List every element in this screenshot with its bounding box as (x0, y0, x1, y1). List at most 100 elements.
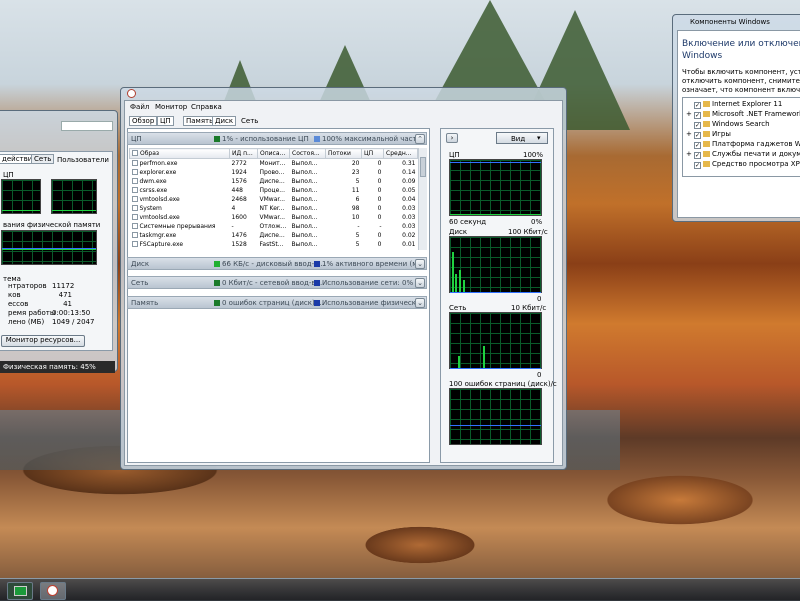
cpu-section-header[interactable]: ЦП 1% - использование ЦП 100% максимальн… (127, 132, 427, 145)
tab-users[interactable]: Пользователи (57, 156, 109, 164)
expand-icon[interactable]: + (686, 130, 694, 138)
memory-section-header[interactable]: Память 0 ошибок страниц (диск)/... Испол… (127, 296, 427, 309)
row-checkbox[interactable] (131, 169, 138, 175)
table-row[interactable]: vmtoolsd.exe 2468 VMwar... Выпол... 6 0 0.04 (130, 195, 418, 204)
table-cell: Выпол... (291, 205, 318, 212)
components-heading: Включение или отключение (682, 39, 800, 49)
memory-section-title: Память (131, 299, 159, 307)
row-checkbox[interactable] (131, 223, 138, 229)
table-row[interactable]: perfmon.exe 2772 Монит... Выпол... 20 0 0.31 (130, 159, 418, 169)
process-table[interactable]: Образ ИД п... Описа... Состоя... Потоки … (129, 148, 418, 249)
tab-overview[interactable]: Обзор (129, 116, 158, 126)
table-cell: 0 (377, 196, 382, 203)
stat-value: 0:00:13:50 (52, 309, 91, 317)
row-checkbox[interactable] (131, 178, 138, 184)
table-row[interactable]: explorer.exe 1924 Прово... Выпол... 23 0 0.14 (130, 168, 418, 177)
component-item[interactable]: ✓ Internet Explorer 11 (686, 100, 782, 110)
column-header-image[interactable]: Образ (129, 148, 230, 159)
table-row[interactable]: dwm.exe 1576 Диспе... Выпол... 5 0 0.09 (130, 177, 418, 186)
menu-help[interactable]: Справка (191, 103, 222, 111)
process-table-scrollbar[interactable] (418, 148, 427, 250)
table-cell: 23 (351, 169, 360, 176)
table-row[interactable]: System 4 NT Ker... Выпол... 98 0 0.03 (130, 204, 418, 213)
component-checkbox[interactable]: ✓ (694, 162, 701, 169)
column-header-pid[interactable]: ИД п... (229, 148, 258, 159)
component-item[interactable]: ✓ Средство просмотра XPS (686, 160, 800, 170)
cpu-section-collapse-button[interactable]: ⌃ (415, 134, 425, 144)
menu-monitor[interactable]: Монитор (155, 103, 187, 111)
component-checkbox[interactable]: ✓ (694, 122, 701, 129)
component-item[interactable]: +✓ Службы печати и документо (686, 150, 800, 160)
tab-network[interactable]: Сеть (241, 117, 258, 125)
row-checkbox[interactable] (131, 187, 138, 193)
table-cell: 2772 (231, 160, 247, 167)
task-manager-input[interactable] (61, 121, 113, 131)
network-graph (449, 312, 542, 369)
table-cell: Отлож... (259, 223, 287, 230)
component-checkbox[interactable]: ✓ (694, 132, 701, 139)
cpu-graph-max: 100% (523, 151, 544, 159)
view-dropdown[interactable]: Вид ▾ (496, 132, 548, 144)
network-graph-title: Сеть (449, 304, 467, 312)
table-cell: 0 (377, 187, 382, 194)
taskbar-task-manager-button[interactable] (7, 582, 33, 600)
table-row[interactable]: FSCapture.exe 1528 FastSt... Выпол... 5 0 0.01 (130, 240, 418, 249)
row-checkbox[interactable] (131, 196, 138, 202)
expand-icon[interactable]: + (686, 150, 694, 158)
row-checkbox[interactable] (131, 160, 138, 166)
resource-monitor-button[interactable]: Монитор ресурсов... (1, 335, 85, 347)
stat-value: 11172 (52, 282, 75, 290)
component-label: Игры (712, 130, 731, 138)
table-cell: 1476 (231, 232, 247, 239)
network-section-expand-button[interactable]: ⌄ (415, 278, 425, 288)
column-header-average[interactable]: Средн... (383, 148, 418, 159)
component-item[interactable]: ✓ Платформа гаджетов Window (686, 140, 800, 150)
tab-cpu[interactable]: ЦП (157, 116, 174, 126)
components-heading-windows: Windows (682, 51, 723, 61)
row-checkbox[interactable] (131, 232, 138, 238)
table-cell: VMwar... (259, 214, 286, 221)
row-checkbox[interactable] (131, 214, 138, 220)
task-manager-window[interactable]: действие Сеть Пользователи ЦП вания физи… (0, 110, 118, 373)
tab-network[interactable]: Сеть (31, 154, 55, 164)
column-header-threads[interactable]: Потоки (325, 148, 362, 159)
component-item[interactable]: ✓ Windows Search (686, 120, 770, 130)
component-checkbox[interactable]: ✓ (694, 142, 701, 149)
stat-label: ремя работы (8, 309, 56, 317)
table-row[interactable]: Системные прерывания - Отлож... Выпол... - -0… (130, 222, 418, 231)
table-cell: 0 (377, 205, 382, 212)
network-usage-label: Использование сети: 0% (314, 279, 413, 287)
taskbar-resource-monitor-button[interactable] (40, 582, 66, 600)
chevron-down-icon: ▾ (537, 134, 541, 142)
table-cell: 0.03 (402, 223, 416, 230)
memory-section-expand-button[interactable]: ⌄ (415, 298, 425, 308)
column-header-cpu[interactable]: ЦП (361, 148, 384, 159)
table-cell: 0.14 (402, 169, 416, 176)
disk-section-title: Диск (131, 260, 150, 268)
table-cell: Выпол... (291, 214, 318, 221)
component-checkbox[interactable]: ✓ (694, 102, 701, 109)
collapse-graphs-button[interactable]: › (446, 133, 458, 143)
table-row[interactable]: taskmgr.exe 1476 Диспе... Выпол... 5 0 0.02 (130, 231, 418, 240)
table-row[interactable]: csrss.exe 448 Проце... Выпол... 11 0 0.05 (130, 186, 418, 195)
row-checkbox[interactable] (131, 205, 138, 211)
table-cell: explorer.exe (130, 168, 230, 177)
menu-file[interactable]: Файл (130, 103, 149, 111)
row-checkbox[interactable] (131, 241, 138, 247)
component-checkbox[interactable]: ✓ (694, 152, 701, 159)
disk-section-header[interactable]: Диск 66 КБ/с - дисковый ввод-в... 1% акт… (127, 257, 427, 270)
component-item[interactable]: + ✓ Игры (686, 130, 731, 140)
disk-section-expand-button[interactable]: ⌄ (415, 259, 425, 269)
table-cell: Выпол... (291, 160, 318, 167)
column-header-status[interactable]: Состоя... (289, 148, 326, 159)
table-row[interactable]: vmtoolsd.exe 1600 VMwar... Выпол... 10 0 0.03 (130, 213, 418, 222)
network-section-header[interactable]: Сеть 0 Кбит/с - сетевой ввод-в... Исполь… (127, 276, 427, 289)
tab-disk[interactable]: Диск (212, 116, 237, 126)
table-cell: 5 (355, 232, 360, 239)
component-item[interactable]: +✓ Microsoft .NET Framework 3.5 (686, 110, 800, 120)
table-cell: vmtoolsd.exe (130, 213, 230, 222)
column-header-description[interactable]: Описа... (257, 148, 290, 159)
network-graph-max: 10 Кбит/с (511, 304, 547, 312)
expand-icon[interactable]: + (686, 110, 694, 118)
component-checkbox[interactable]: ✓ (694, 112, 701, 119)
